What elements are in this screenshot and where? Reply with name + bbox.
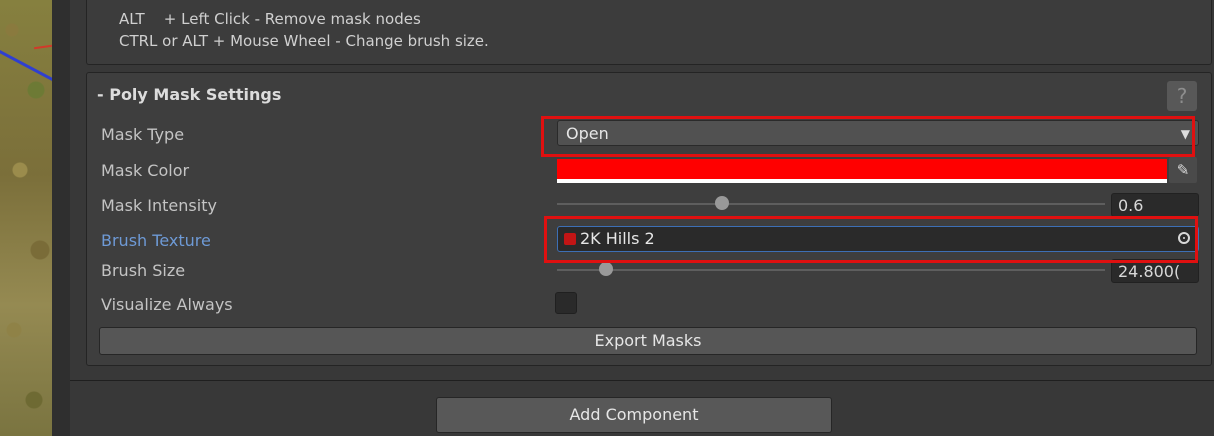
brush-size-field[interactable]: 24.800( — [1111, 259, 1199, 283]
mask-color-swatch[interactable] — [557, 159, 1167, 183]
inspector-gutter — [52, 0, 70, 436]
dropdown-arrow-icon: ▼ — [1180, 127, 1190, 141]
mask-intensity-slider-handle[interactable] — [715, 196, 729, 210]
mask-type-value: Open — [566, 124, 609, 143]
mask-intensity-label: Mask Intensity — [101, 196, 217, 215]
brush-texture-label: Brush Texture — [101, 231, 211, 250]
brush-size-slider-track[interactable] — [557, 269, 1105, 271]
divider — [70, 380, 1214, 381]
mask-intensity-slider-track[interactable] — [557, 203, 1105, 205]
scene-red-line — [33, 44, 52, 50]
visualize-always-label: Visualize Always — [101, 295, 233, 314]
mask-type-dropdown[interactable]: Open ▼ — [557, 120, 1199, 146]
object-picker-icon[interactable] — [1178, 232, 1190, 244]
mask-intensity-field[interactable]: 0.6 — [1111, 193, 1199, 217]
help-line-brush-size: CTRL or ALT + Mouse Wheel - Change brush… — [119, 32, 489, 50]
mask-color-label: Mask Color — [101, 161, 190, 180]
help-line-remove-nodes: ALT + Left Click - Remove mask nodes — [119, 10, 421, 28]
scene-view-strip — [0, 0, 52, 436]
texture-thumbnail-icon — [564, 233, 576, 245]
panel-title[interactable]: - Poly Mask Settings — [97, 85, 281, 104]
brush-size-label: Brush Size — [101, 261, 186, 280]
brush-texture-value: 2K Hills 2 — [580, 229, 655, 248]
export-masks-button[interactable]: Export Masks — [99, 327, 1197, 355]
add-component-button[interactable]: Add Component — [436, 397, 832, 433]
eyedropper-icon[interactable]: ✎ — [1169, 157, 1197, 183]
help-icon[interactable]: ? — [1167, 81, 1197, 111]
scene-blue-line — [0, 50, 52, 86]
help-box: ALT + Left Click - Remove mask nodes CTR… — [86, 0, 1212, 65]
brush-size-slider-handle[interactable] — [599, 262, 613, 276]
mask-type-label: Mask Type — [101, 125, 185, 144]
brush-texture-field[interactable]: 2K Hills 2 — [557, 226, 1199, 252]
visualize-always-checkbox[interactable] — [555, 292, 577, 314]
poly-mask-settings-panel: - Poly Mask Settings ? Mask Type Open ▼ … — [86, 72, 1212, 366]
